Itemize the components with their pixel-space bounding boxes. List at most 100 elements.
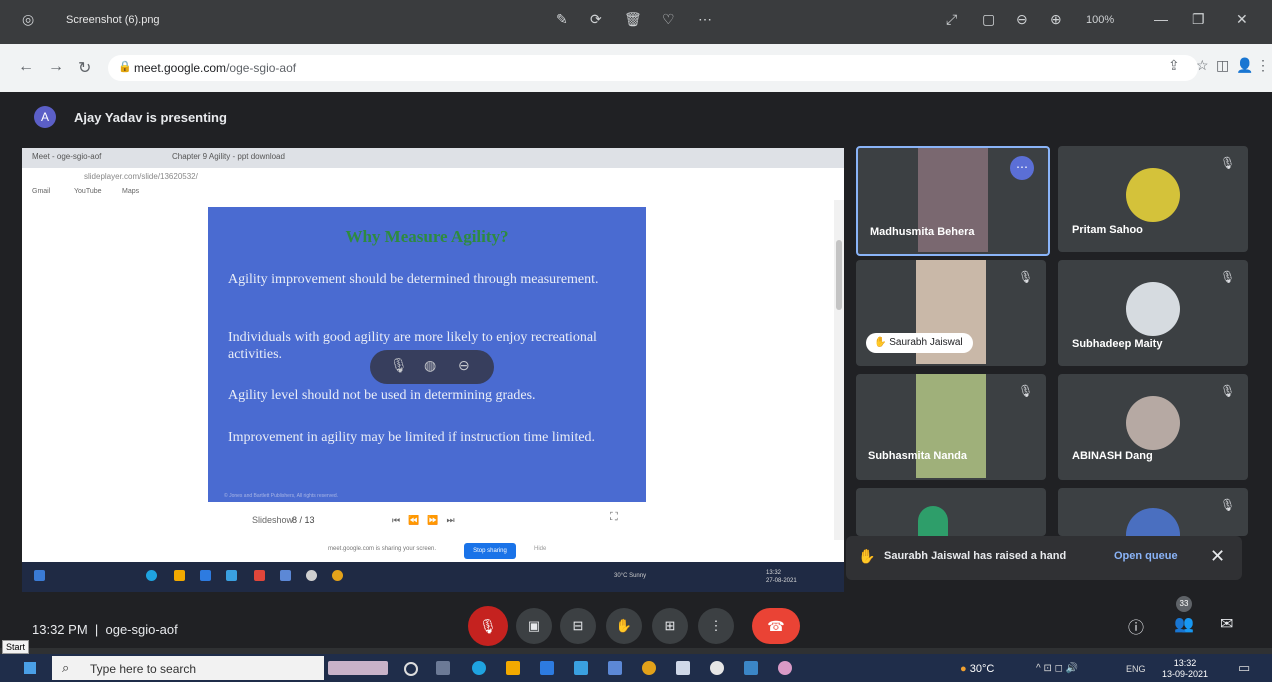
info-icon[interactable]: ⓘ [1128,614,1144,638]
meeting-info: 13:32 PM | oge-sgio-aof [32,622,178,637]
more-icon[interactable]: ⋯ [698,11,712,28]
taskbar-search[interactable]: ⌕ Type here to search [52,656,324,680]
settings-icon[interactable] [710,661,724,675]
presenting-text: Ajay Yadav is presenting [74,110,227,125]
profile-icon[interactable]: 👤 [1236,57,1253,74]
photos-app-icon: ◎ [22,11,35,27]
taskbar-clock[interactable]: 13:32 13-09-2021 [1162,658,1208,680]
captions-button[interactable]: ⊟ [560,608,596,644]
cortana-icon[interactable] [404,662,418,676]
participant-tile[interactable]: 🎙 Subhadeep Maity [1058,260,1248,366]
taskbar-weather: ● 30°C [960,663,995,675]
search-placeholder: Type here to search [90,662,197,676]
back-icon[interactable]: ← [18,58,34,76]
remove-icon[interactable]: ⊖ [458,357,470,374]
presenter-avatar: A [34,106,56,128]
restore-icon[interactable]: ❐ [1192,11,1205,28]
participant-tile[interactable]: 🎙 Pritam Sahoo [1058,146,1248,252]
viewer-file-name: Screenshot (6).png [66,14,160,26]
windows-start-icon[interactable] [24,662,36,674]
shared-screen: Meet - oge-sgio-aof Chapter 9 Agility - … [22,148,844,592]
hide-notice-button: Hide [534,546,547,552]
chat-icon[interactable]: ✉ [1220,614,1233,634]
raised-hand-badge: ✋ Saurabh Jaiswal [866,333,973,353]
people-count-badge: 33 [1176,596,1192,612]
delete-icon[interactable]: 🗑 [624,11,642,28]
close-icon[interactable]: ✕ [1210,546,1225,567]
shared-clock: 13:32 27-08-2021 [766,570,797,584]
viewer-title-bar: ◎ Screenshot (6).png ✎ ⟳ 🗑 ♡ ⋯ ⤢ ▢ ⊖ ⊕ 1… [0,0,1272,44]
start-tooltip: Start [2,640,30,654]
bookmark-gmail: Gmail [32,188,51,195]
participant-tile[interactable]: 🎙 Subhasmita Nanda [856,374,1046,480]
participant-tile[interactable]: ⋯ Madhusmita Behera [856,146,1050,256]
mic-off-icon: 🎙 [1220,384,1236,398]
explorer-icon [174,570,185,581]
people-icon[interactable]: 👥 [1174,614,1194,634]
file-explorer-icon[interactable] [506,661,520,675]
close-icon[interactable]: ✕ [1236,11,1248,28]
participant-tile[interactable]: 🎙 [1058,488,1248,536]
fullscreen-icon: ⛶ [610,511,618,523]
more-options-button[interactable]: ⋮ [698,608,734,644]
minimize-icon[interactable]: — [1154,11,1168,27]
address-bar[interactable]: 🔒 meet.google.com/oge-sgio-aof [108,55,1198,81]
rotate-icon[interactable]: ⟳ [590,11,602,28]
notification-icon[interactable]: ▭ [1238,660,1250,676]
reload-icon[interactable]: ↻ [78,58,91,78]
photos-icon[interactable] [744,661,758,675]
side-panel-icon[interactable]: ◫ [1216,57,1229,74]
stop-sharing-button: Stop sharing [464,543,516,559]
menu-icon[interactable]: ⋮ [1256,57,1270,74]
participant-tile[interactable] [856,488,1046,536]
edge-icon[interactable] [472,661,486,675]
fit-icon[interactable]: ▢ [982,11,995,28]
chrome-icon [332,570,343,581]
shared-url: slideplayer.com/slide/13620532/ [84,172,198,181]
shared-address-bar: slideplayer.com/slide/13620532/ [22,168,844,187]
zoom-in-icon[interactable]: ⊕ [1050,11,1062,28]
camera-button[interactable]: ▣ [516,608,552,644]
app-icon[interactable] [608,661,622,675]
mic-off-icon[interactable]: 🎙 [390,357,408,374]
slide-page-number: 8 / 13 [292,515,315,525]
shared-tab-meet: Meet - oge-sgio-aof [32,152,102,161]
participant-tile[interactable]: 🎙 ABINASH Dang [1058,374,1248,480]
url-text: meet.google.com/oge-sgio-aof [134,61,297,75]
screen-share-notice: meet.google.com is sharing your screen. … [22,540,844,562]
search-icon: ⌕ [62,660,70,675]
microphone-button[interactable]: 🎙 [468,606,508,646]
heart-icon[interactable]: ♡ [662,11,675,28]
bookmark-youtube: YouTube [74,188,102,195]
camera-off-icon[interactable]: ◍ [424,357,436,374]
mail-icon[interactable] [574,661,588,675]
language-indicator[interactable]: ENG [1126,664,1146,674]
more-options-icon[interactable]: ⋯ [1010,156,1034,180]
mic-off-icon: 🎙 [1220,156,1236,170]
paint-icon[interactable] [778,661,792,675]
zoom-out-icon[interactable]: ⊖ [1016,11,1028,28]
zoom-level: 100% [1086,14,1115,26]
bookmark-star-icon[interactable]: ☆ [1196,57,1209,74]
store-icon[interactable] [540,661,554,675]
leave-call-button[interactable]: ☎ [752,608,800,644]
app-icon[interactable] [676,661,690,675]
mic-off-icon: 🎙 [1018,384,1034,398]
lock-icon: 🔒 [118,61,132,73]
task-view-icon[interactable] [436,661,450,675]
chrome-icon[interactable] [642,661,656,675]
slide-bullet: Agility improvement should be determined… [228,272,599,287]
avatar [1126,396,1180,450]
present-button[interactable]: ⊞ [652,608,688,644]
share-icon[interactable]: ⇪ [1168,57,1180,74]
mic-off-icon: 🎙 [1220,498,1236,512]
edit-icon[interactable]: ✎ [556,11,568,28]
expand-icon[interactable]: ⤢ [946,11,957,28]
system-tray-icons[interactable]: ^ ⊡ ◻ 🔊 [1036,663,1078,674]
avatar [918,506,948,536]
open-queue-button[interactable]: Open queue [1114,550,1178,562]
raise-hand-button[interactable]: ✋ [606,608,642,644]
shared-taskbar: 30°C Sunny 13:32 27-08-2021 [22,562,844,592]
windows-icon [34,570,45,581]
forward-icon[interactable]: → [48,58,64,76]
